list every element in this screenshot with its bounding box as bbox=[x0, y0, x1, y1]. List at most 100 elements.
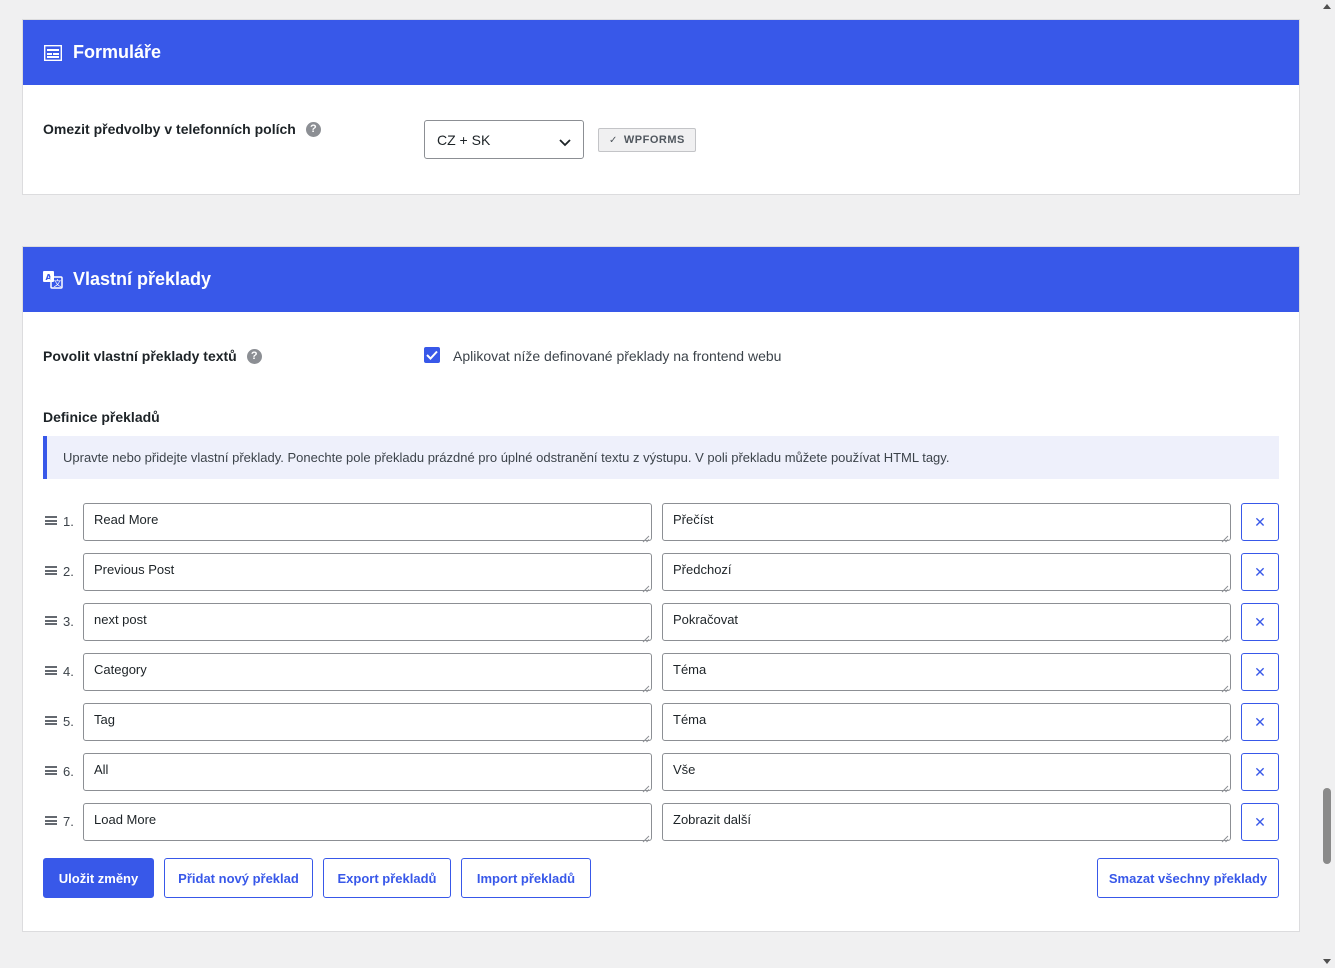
close-icon: ✕ bbox=[1254, 763, 1266, 780]
resize-grip-icon[interactable] bbox=[642, 581, 650, 593]
source-text-field[interactable]: Category bbox=[83, 653, 652, 693]
source-text-field[interactable]: Tag bbox=[83, 703, 652, 743]
translation-row: 6. All Vše ✕ bbox=[43, 753, 1279, 793]
forms-panel-title: Formuláře bbox=[73, 42, 162, 62]
info-notice-text: Upravte nebo přidejte vlastní překlady. … bbox=[63, 450, 950, 465]
translation-text-field[interactable]: Vše bbox=[662, 753, 1231, 793]
phone-prefix-label-text: Omezit předvolby v telefonních polích bbox=[43, 121, 296, 137]
resize-grip-icon[interactable] bbox=[1221, 531, 1229, 543]
translation-text-value: Pokračovat bbox=[673, 612, 739, 627]
resize-grip-icon[interactable] bbox=[642, 731, 650, 743]
resize-grip-icon[interactable] bbox=[1221, 581, 1229, 593]
delete-row-button[interactable]: ✕ bbox=[1241, 803, 1279, 841]
translation-text-value: Téma bbox=[673, 662, 707, 677]
chevron-down-icon bbox=[559, 134, 571, 150]
wpforms-badge: ✓ WPFORMS bbox=[598, 128, 696, 152]
resize-grip-icon[interactable] bbox=[642, 681, 650, 693]
scroll-up-icon[interactable] bbox=[1323, 4, 1331, 9]
delete-row-button[interactable]: ✕ bbox=[1241, 503, 1279, 541]
svg-text:文: 文 bbox=[54, 278, 62, 288]
resize-grip-icon[interactable] bbox=[642, 831, 650, 843]
export-button[interactable]: Export překladů bbox=[323, 858, 451, 898]
drag-handle-icon[interactable] bbox=[45, 566, 57, 575]
check-icon: ✓ bbox=[609, 134, 618, 146]
resize-grip-icon[interactable] bbox=[1221, 831, 1229, 843]
translation-text-value: Zobrazit další bbox=[673, 812, 752, 827]
scrollbar[interactable] bbox=[1320, 0, 1335, 968]
translation-text-field[interactable]: Téma bbox=[662, 653, 1231, 693]
translation-text-field[interactable]: Předchozí bbox=[662, 553, 1231, 593]
delete-all-button[interactable]: Smazat všechny překlady bbox=[1097, 858, 1279, 898]
translation-text-value: Předchozí bbox=[673, 562, 732, 577]
drag-handle-icon[interactable] bbox=[45, 816, 57, 825]
delete-row-button[interactable]: ✕ bbox=[1241, 603, 1279, 641]
row-number: 5. bbox=[63, 714, 74, 729]
resize-grip-icon[interactable] bbox=[1221, 731, 1229, 743]
add-translation-button[interactable]: Přidat nový překlad bbox=[164, 858, 313, 898]
import-button[interactable]: Import překladů bbox=[461, 858, 591, 898]
drag-handle-icon[interactable] bbox=[45, 666, 57, 675]
row-number: 6. bbox=[63, 764, 74, 779]
delete-row-button[interactable]: ✕ bbox=[1241, 753, 1279, 791]
translation-text-field[interactable]: Téma bbox=[662, 703, 1231, 743]
source-text-value: All bbox=[94, 762, 109, 777]
resize-grip-icon[interactable] bbox=[642, 781, 650, 793]
enable-translations-checkbox[interactable] bbox=[424, 347, 440, 363]
translation-text-value: Vše bbox=[673, 762, 696, 777]
info-notice: Upravte nebo přidejte vlastní překlady. … bbox=[43, 436, 1279, 479]
source-text-value: Read More bbox=[94, 512, 159, 527]
source-text-field[interactable]: Read More bbox=[83, 503, 652, 543]
resize-grip-icon[interactable] bbox=[1221, 681, 1229, 693]
close-icon: ✕ bbox=[1254, 813, 1266, 830]
translation-text-value: Téma bbox=[673, 712, 707, 727]
source-text-field[interactable]: Load More bbox=[83, 803, 652, 843]
source-text-field[interactable]: Previous Post bbox=[83, 553, 652, 593]
row-number: 4. bbox=[63, 664, 74, 679]
drag-handle-icon[interactable] bbox=[45, 716, 57, 725]
phone-prefix-label: Omezit předvolby v telefonních polích ? bbox=[43, 121, 321, 137]
close-icon: ✕ bbox=[1254, 713, 1266, 730]
delete-row-button[interactable]: ✕ bbox=[1241, 703, 1279, 741]
definitions-heading: Definice překladů bbox=[43, 409, 160, 425]
source-text-value: Previous Post bbox=[94, 562, 175, 577]
translation-text-field[interactable]: Zobrazit další bbox=[662, 803, 1231, 843]
source-text-value: next post bbox=[94, 612, 147, 627]
translate-icon: A文 bbox=[43, 270, 63, 290]
enable-translations-label: Povolit vlastní překlady textů ? bbox=[43, 348, 262, 364]
translation-text-value: Přečíst bbox=[673, 512, 714, 527]
source-text-value: Tag bbox=[94, 712, 115, 727]
help-icon[interactable]: ? bbox=[246, 348, 262, 364]
resize-grip-icon[interactable] bbox=[1221, 781, 1229, 793]
row-number: 2. bbox=[63, 564, 74, 579]
forms-panel: Formuláře Omezit předvolby v telefonních… bbox=[22, 19, 1300, 195]
drag-handle-icon[interactable] bbox=[45, 516, 57, 525]
drag-handle-icon[interactable] bbox=[45, 766, 57, 775]
translation-text-field[interactable]: Pokračovat bbox=[662, 603, 1231, 643]
delete-row-button[interactable]: ✕ bbox=[1241, 553, 1279, 591]
resize-grip-icon[interactable] bbox=[642, 531, 650, 543]
enable-translations-checkbox-label[interactable]: Aplikovat níže definované překlady na fr… bbox=[453, 348, 781, 364]
resize-grip-icon[interactable] bbox=[642, 631, 650, 643]
phone-prefix-select[interactable]: CZ + SK bbox=[424, 120, 584, 159]
translations-panel: A文 Vlastní překlady Povolit vlastní přek… bbox=[22, 246, 1300, 932]
translation-row: 4. Category Téma ✕ bbox=[43, 653, 1279, 693]
drag-handle-icon[interactable] bbox=[45, 616, 57, 625]
scroll-thumb[interactable] bbox=[1323, 788, 1331, 864]
source-text-field[interactable]: All bbox=[83, 753, 652, 793]
translation-row: 7. Load More Zobrazit další ✕ bbox=[43, 803, 1279, 843]
close-icon: ✕ bbox=[1254, 663, 1266, 680]
save-button[interactable]: Uložit změny bbox=[43, 858, 154, 898]
close-icon: ✕ bbox=[1254, 563, 1266, 580]
row-number: 7. bbox=[63, 814, 74, 829]
close-icon: ✕ bbox=[1254, 613, 1266, 630]
help-icon[interactable]: ? bbox=[305, 121, 321, 137]
form-icon bbox=[43, 43, 63, 63]
forms-panel-header: Formuláře bbox=[23, 20, 1299, 85]
delete-row-button[interactable]: ✕ bbox=[1241, 653, 1279, 691]
resize-grip-icon[interactable] bbox=[1221, 631, 1229, 643]
translation-text-field[interactable]: Přečíst bbox=[662, 503, 1231, 543]
translation-row: 3. next post Pokračovat ✕ bbox=[43, 603, 1279, 643]
enable-translations-label-text: Povolit vlastní překlady textů bbox=[43, 348, 237, 364]
source-text-field[interactable]: next post bbox=[83, 603, 652, 643]
scroll-down-icon[interactable] bbox=[1323, 959, 1331, 964]
